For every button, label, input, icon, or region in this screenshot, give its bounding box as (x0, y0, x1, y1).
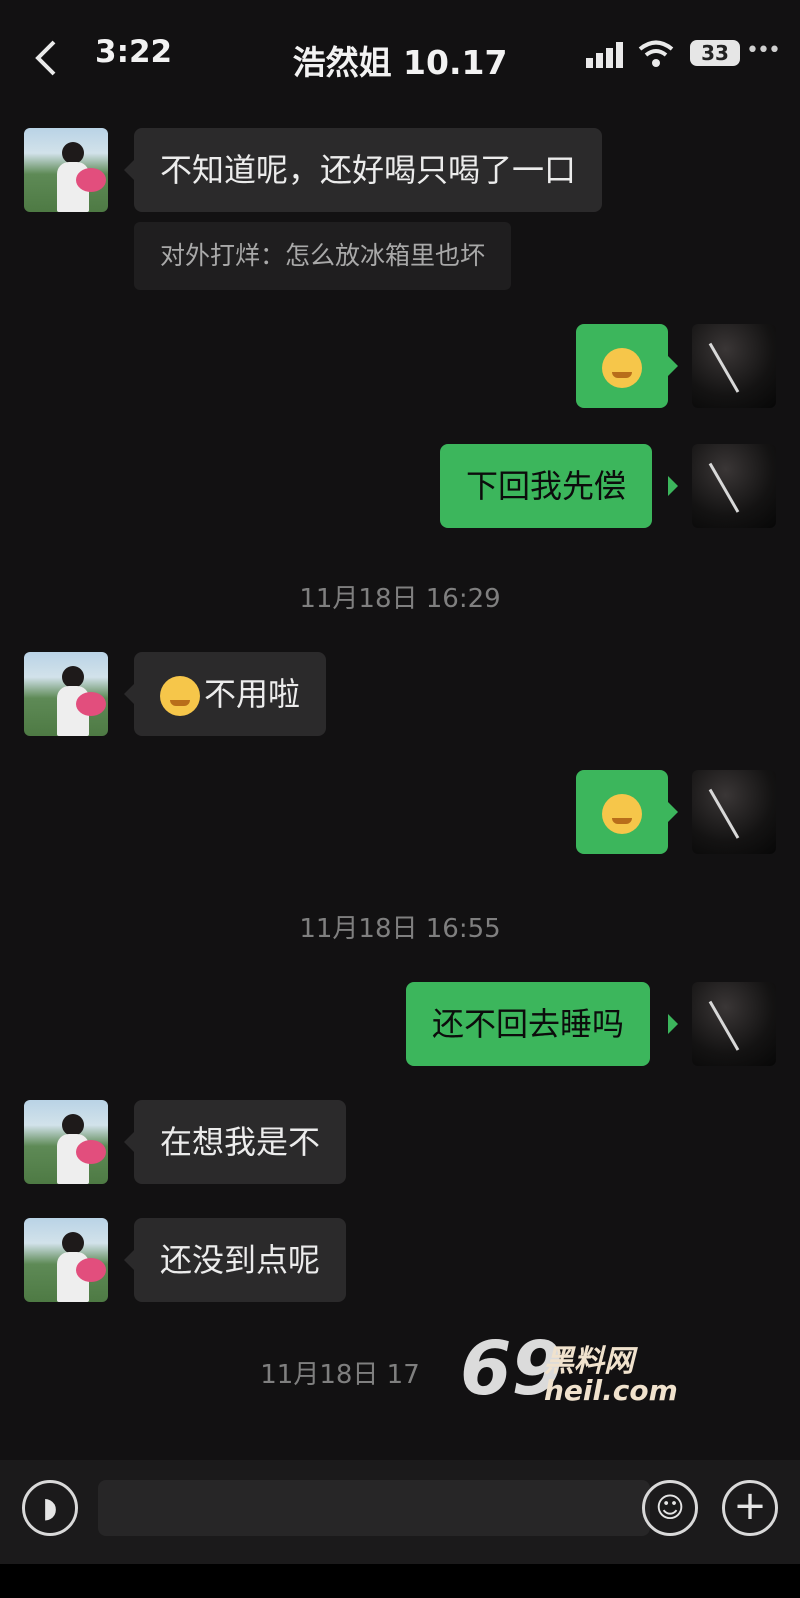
bubble-tail (124, 160, 134, 180)
kissing-emoji-icon (602, 794, 642, 834)
timestamp: 11月18日 16:29 (299, 584, 501, 614)
message-bubble[interactable] (576, 770, 668, 854)
quoted-message[interactable]: 对外打烊：怎么放冰箱里也坏 (134, 222, 512, 290)
plus-icon[interactable]: + (722, 1480, 778, 1536)
signal-icon (586, 42, 623, 68)
wifi-icon (638, 40, 674, 67)
voice-icon[interactable]: ◗ (22, 1480, 78, 1536)
avatar[interactable] (24, 128, 108, 212)
avatar[interactable] (692, 444, 776, 528)
avatar[interactable] (24, 1218, 108, 1302)
input-bar: ◗ ☺ + (0, 1460, 800, 1564)
kissing-emoji-icon (160, 676, 200, 716)
message-bubble[interactable]: 不用啦 (134, 652, 327, 736)
message-text: 不用啦 (204, 675, 301, 713)
message-bubble[interactable] (576, 324, 668, 408)
avatar[interactable] (24, 652, 108, 736)
bubble-tail (124, 1250, 134, 1270)
avatar[interactable] (24, 1100, 108, 1184)
status-bar: 3:22 浩然姐 10.17 33 ••• (0, 0, 800, 110)
message-bubble[interactable]: 下回我先偿 (440, 444, 653, 528)
emoji-icon[interactable]: ☺ (642, 1480, 698, 1536)
bubble-tail (668, 356, 678, 376)
battery-indicator: 33 (690, 40, 740, 66)
watermark-url: heil.com (544, 1374, 678, 1407)
more-icon[interactable]: ••• (746, 38, 781, 63)
bubble-tail (668, 802, 678, 822)
watermark-logo: 69 黑料网 heil.com (452, 1326, 722, 1424)
avatar[interactable] (692, 982, 776, 1066)
message-bubble[interactable]: 在想我是不 (134, 1100, 347, 1184)
bubble-tail (124, 1132, 134, 1152)
message-bubble[interactable]: 还没到点呢 (134, 1218, 347, 1302)
home-indicator-bar (0, 1564, 800, 1598)
message-bubble[interactable]: 还不回去睡吗 (406, 982, 651, 1066)
bubble-tail (668, 476, 678, 496)
bubble-tail (124, 684, 134, 704)
timestamp: 11月18日 16:55 (299, 914, 501, 944)
message-input[interactable] (98, 1480, 650, 1536)
avatar[interactable] (692, 324, 776, 408)
avatar[interactable] (692, 770, 776, 854)
bubble-tail (668, 1014, 678, 1034)
chat-title: 浩然姐 10.17 (292, 43, 508, 82)
crying-laughing-emoji-icon (602, 348, 642, 388)
message-bubble[interactable]: 不知道呢，还好喝只喝了一口 (134, 128, 603, 212)
